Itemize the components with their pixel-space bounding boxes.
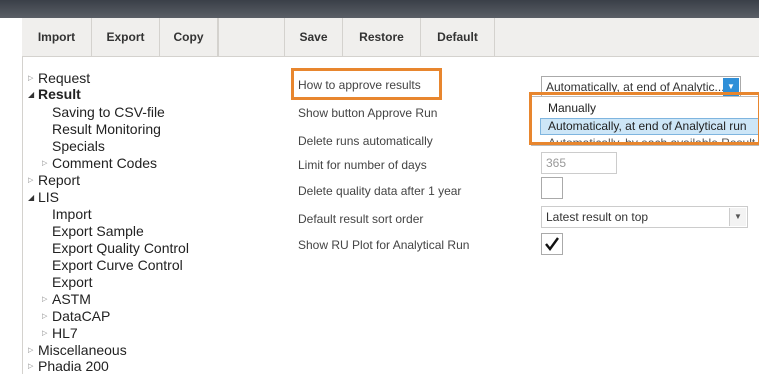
tree-item-comment-codes[interactable]: Comment Codes — [52, 155, 157, 171]
tree-item-lis[interactable]: LIS — [38, 189, 59, 205]
collapsed-arrow-icon[interactable]: ▷ — [42, 156, 47, 172]
export-button[interactable]: Export — [92, 18, 160, 56]
left-border — [22, 18, 23, 374]
ru-plot-checkbox[interactable] — [541, 233, 563, 255]
sort-order-select[interactable]: Latest result on top ▼ — [541, 206, 748, 228]
tree-item-result-monitoring[interactable]: Result Monitoring — [52, 121, 161, 137]
collapsed-arrow-icon[interactable]: ▷ — [42, 309, 47, 325]
tree-item-import[interactable]: Import — [52, 206, 92, 222]
copy-button[interactable]: Copy — [160, 18, 218, 56]
expanded-arrow-icon[interactable]: ◢ — [28, 190, 34, 206]
collapsed-arrow-icon[interactable]: ▷ — [28, 173, 33, 189]
collapsed-arrow-icon[interactable]: ▷ — [28, 343, 33, 359]
import-button[interactable]: Import — [22, 18, 92, 56]
tree-item-request[interactable]: Request — [38, 70, 90, 86]
delete-quality-checkbox[interactable] — [541, 177, 563, 199]
tree-item-export-quality-control[interactable]: Export Quality Control — [52, 240, 189, 256]
tree-item-datacap[interactable]: DataCAP — [52, 308, 110, 324]
window-top-bar — [0, 0, 759, 18]
tree-item-miscellaneous[interactable]: Miscellaneous — [38, 342, 127, 358]
limit-days-input[interactable]: 365 — [541, 152, 617, 174]
tree-item-export-sample[interactable]: Export Sample — [52, 223, 144, 239]
label-delete-quality: Delete quality data after 1 year — [298, 184, 462, 198]
tree-item-specials[interactable]: Specials — [52, 138, 105, 154]
save-button[interactable]: Save — [284, 18, 343, 56]
restore-button[interactable]: Restore — [343, 18, 421, 56]
label-sort-order: Default result sort order — [298, 212, 424, 226]
toolbar-separator — [218, 18, 219, 56]
collapsed-arrow-icon[interactable]: ▷ — [28, 359, 33, 375]
tree-item-report[interactable]: Report — [38, 172, 80, 188]
collapsed-arrow-icon[interactable]: ▷ — [42, 292, 47, 308]
label-ru-plot: Show RU Plot for Analytical Run — [298, 238, 470, 252]
tree-item-export-curve-control[interactable]: Export Curve Control — [52, 257, 183, 273]
dropdown-arrow-icon[interactable]: ▼ — [729, 208, 746, 226]
tree-item-saving-csv[interactable]: Saving to CSV-file — [52, 104, 165, 120]
label-limit-days: Limit for number of days — [298, 158, 427, 172]
tree-item-hl7[interactable]: HL7 — [52, 325, 78, 341]
label-delete-runs: Delete runs automatically — [298, 134, 433, 148]
dropdown-highlight — [529, 92, 759, 145]
collapsed-arrow-icon[interactable]: ▷ — [42, 326, 47, 342]
tree-item-export[interactable]: Export — [52, 274, 92, 290]
collapsed-arrow-icon[interactable]: ▷ — [28, 71, 33, 87]
default-button[interactable]: Default — [421, 18, 495, 56]
toolbar: Import Export Copy Save Restore Default — [22, 18, 759, 57]
tree-item-result[interactable]: Result — [38, 86, 81, 102]
expanded-arrow-icon[interactable]: ◢ — [28, 87, 34, 103]
label-how-to-approve: How to approve results — [298, 78, 421, 92]
tree-item-phadia-200[interactable]: Phadia 200 — [38, 358, 109, 374]
checkmark-icon — [545, 237, 559, 251]
sort-order-value: Latest result on top — [546, 210, 649, 224]
label-show-approve-run: Show button Approve Run — [298, 106, 438, 120]
tree-item-astm[interactable]: ASTM — [52, 291, 91, 307]
